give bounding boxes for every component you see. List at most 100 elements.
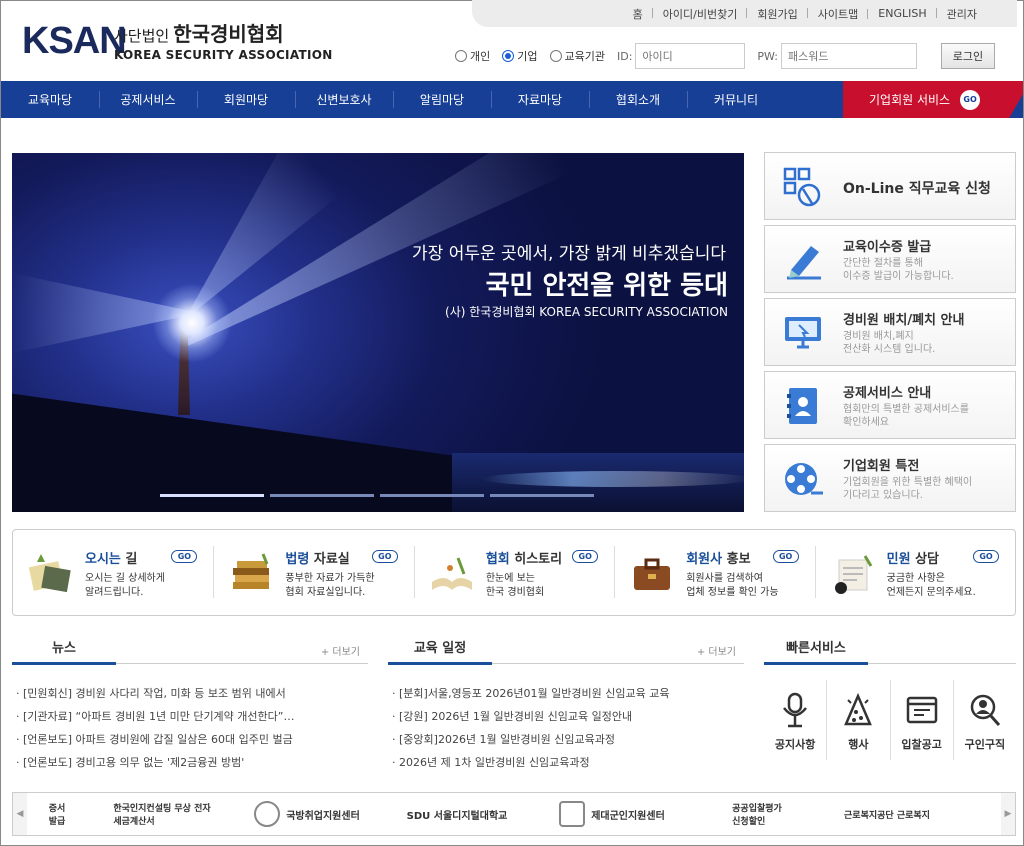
strip-member-promotion[interactable]: 회원사 홍보 GO 회원사를 검색하여 업체 정보를 확인 가능 bbox=[614, 530, 814, 615]
monitor-icon bbox=[785, 317, 821, 349]
quick-bids[interactable]: 입찰공고 bbox=[889, 680, 953, 760]
nav-notice[interactable]: 알림마당 bbox=[393, 81, 491, 118]
site-logo[interactable]: KSAN 사단법인 한국경비협회 KOREA SECURITY ASSOCIATI… bbox=[22, 14, 332, 70]
go-button[interactable]: GO bbox=[371, 550, 398, 563]
news-title[interactable]: 뉴스 bbox=[12, 637, 116, 665]
film-reel-icon bbox=[785, 463, 823, 495]
utility-bar: 홈 아이디/비번찾기 회원가입 사이트맵 ENGLISH 관리자 bbox=[472, 0, 1017, 27]
card-certificate[interactable]: 교육이수증 발급 간단한 절차를 통해 이수증 발급이 가능합니다. bbox=[764, 225, 1016, 293]
quick-title: 빠른서비스 bbox=[764, 637, 868, 665]
banner-labor-welfare[interactable]: 근로복지공단 근로복지 bbox=[827, 793, 947, 835]
microphone-icon bbox=[783, 692, 808, 728]
radio-corporate[interactable]: 기업 bbox=[502, 48, 538, 64]
emblem-icon bbox=[254, 801, 281, 827]
grid-pointer-icon bbox=[783, 167, 821, 207]
nav-education[interactable]: 교육마당 bbox=[1, 81, 99, 118]
list-item[interactable]: [분회]서울,영등포 2026년01월 일반경비원 신임교육 교육 bbox=[388, 682, 744, 705]
id-label: ID: bbox=[616, 49, 633, 63]
nav-community[interactable]: 커뮤니티 bbox=[687, 81, 785, 118]
go-icon: GO bbox=[960, 89, 981, 110]
flag-icon bbox=[559, 801, 586, 827]
banner-next-icon[interactable]: ▶ bbox=[1001, 793, 1015, 835]
books-icon bbox=[233, 553, 270, 589]
slide-dot[interactable] bbox=[490, 494, 594, 497]
radio-personal[interactable]: 개인 bbox=[455, 48, 490, 64]
id-input[interactable] bbox=[635, 43, 746, 69]
hero-line1: 가장 어두운 곳에서, 가장 밝게 비추겠습니다 bbox=[412, 244, 726, 264]
list-item[interactable]: [중앙회]2026년 1월 일반경비원 신임교육과정 bbox=[388, 728, 744, 751]
util-find-account[interactable]: 아이디/비번찾기 bbox=[651, 6, 748, 22]
list-item[interactable]: [언론보도] 아파트 경비원에 갑질 일삼은 60대 입주민 벌금 bbox=[12, 728, 368, 751]
strip-history[interactable]: 협회 히스토리 GO 한눈에 보는 한국 경비협회 bbox=[413, 530, 614, 615]
logo-name-en: KOREA SECURITY ASSOCIATION bbox=[114, 48, 333, 62]
slide-dot[interactable] bbox=[380, 494, 484, 497]
edu-more-link[interactable]: + 더보기 bbox=[697, 643, 736, 658]
login-form: 개인 기업 교육기관 ID: PW: 로그인 bbox=[455, 42, 995, 70]
util-signup[interactable]: 회원가입 bbox=[746, 6, 807, 22]
party-icon bbox=[844, 692, 873, 726]
news-more-link[interactable]: + 더보기 bbox=[321, 643, 360, 658]
notebook-icon bbox=[834, 555, 872, 594]
go-button[interactable]: GO bbox=[973, 550, 1000, 563]
banner-e-tax-invoice[interactable]: 한국인지컨설팅 무상 전자 세금계산서 bbox=[87, 793, 237, 835]
strip-law-archive[interactable]: 법령 자료실 GO 풍부한 자료가 가득한 협회 자료실입니다. bbox=[213, 530, 413, 615]
hero-line3: (사) 한국경비협회 KOREA SECURITY ASSOCIATION bbox=[445, 305, 728, 319]
list-item[interactable]: [기관자료] “아파트 경비원 1년 미만 단기계약 개선한다”… bbox=[12, 705, 368, 728]
nav-about[interactable]: 협회소개 bbox=[589, 81, 687, 118]
nav-members[interactable]: 회원마당 bbox=[197, 81, 295, 118]
util-english[interactable]: ENGLISH bbox=[867, 7, 936, 20]
nav-bodyguard[interactable]: 신변보호사 bbox=[295, 81, 393, 118]
strip-directions[interactable]: 오시는 길 GO 오시는 길 상세하게 알려드립니다. bbox=[13, 530, 213, 615]
slide-indicators bbox=[160, 494, 594, 497]
card-online-training[interactable]: On-Line 직무교육 신청 bbox=[764, 152, 1016, 220]
banner-veterans-center[interactable]: 제대군인지원센터 bbox=[537, 793, 687, 835]
quick-events[interactable]: 행사 bbox=[826, 680, 889, 760]
banner-sdu[interactable]: SDU 서울디지털대학교 bbox=[377, 793, 537, 835]
logo-name-kr: 사단법인 한국경비협회 bbox=[114, 22, 284, 46]
strip-consultation[interactable]: 민원 상담 GO 궁금한 사항은 언제든지 문의주세요. bbox=[814, 530, 1015, 615]
password-input[interactable] bbox=[780, 43, 917, 69]
hero-banner[interactable]: 가장 어두운 곳에서, 가장 밝게 비추겠습니다 국민 안전을 위한 등대 (사… bbox=[12, 153, 744, 512]
edu-schedule-box: 교육 일정 + 더보기 [분회]서울,영등포 2026년01월 일반경비원 신임… bbox=[388, 636, 744, 774]
quick-notice[interactable]: 공지사항 bbox=[764, 680, 826, 760]
open-book-icon bbox=[431, 557, 472, 590]
main-nav: 교육마당 공제서비스 회원마당 신변보호사 알림마당 자료마당 협회소개 커뮤니… bbox=[1, 81, 1023, 118]
list-item[interactable]: [강원] 2026년 1월 일반경비원 신임교육 일정안내 bbox=[388, 705, 744, 728]
card-corporate-benefits[interactable]: 기업회원 특전 기업회원을 위한 특별한 혜택이 기다리고 있습니다. bbox=[764, 444, 1016, 512]
card-guard-placement[interactable]: 경비원 배치/폐치 안내 경비원 배치,폐지 전산화 시스템 입니다. bbox=[764, 298, 1016, 366]
pw-label: PW: bbox=[757, 49, 778, 63]
util-sitemap[interactable]: 사이트맵 bbox=[806, 6, 868, 22]
nav-resources[interactable]: 자료마당 bbox=[491, 81, 589, 118]
util-admin[interactable]: 관리자 bbox=[935, 6, 987, 22]
search-person-icon bbox=[970, 694, 1000, 726]
banner-certificate[interactable]: 증서 발급 bbox=[27, 793, 87, 835]
pencil-icon bbox=[787, 246, 821, 280]
news-list: [민원회신] 경비원 사다리 작업, 미화 등 보조 범위 내에서 [기관자료]… bbox=[12, 682, 368, 774]
util-home[interactable]: 홈 bbox=[623, 6, 653, 22]
banner-public-bid[interactable]: 공공입찰평가 신청할인 bbox=[687, 793, 827, 835]
radio-institution[interactable]: 교육기관 bbox=[549, 48, 605, 64]
list-item[interactable]: [언론보도] 경비고용 의무 없는 '제2금융권 방범' bbox=[12, 751, 368, 774]
slide-dot[interactable] bbox=[270, 494, 374, 497]
nav-corporate-service[interactable]: 기업회원 서비스 GO bbox=[843, 81, 1023, 118]
edu-list: [분회]서울,영등포 2026년01월 일반경비원 신임교육 교육 [강원] 2… bbox=[388, 682, 744, 774]
partner-banner-strip: ◀ 증서 발급 한국인지컨설팅 무상 전자 세금계산서 국방취업지원센터 SDU… bbox=[12, 792, 1016, 836]
briefcase-icon bbox=[634, 558, 671, 590]
banner-defense-employment[interactable]: 국방취업지원센터 bbox=[237, 793, 377, 835]
list-item[interactable]: 2026년 제 1차 일반경비원 신임교육과정 bbox=[388, 751, 744, 774]
side-quick-links: On-Line 직무교육 신청 교육이수증 발급 간단한 절차를 통해 이수증 … bbox=[764, 152, 1016, 517]
card-mutual-aid[interactable]: 공제서비스 안내 협회만의 특별한 공제서비스를 확인하세요 bbox=[764, 371, 1016, 439]
quick-services: 빠른서비스 공지사항 행사 입찰공고 구인구직 bbox=[764, 636, 1016, 760]
contact-book-icon bbox=[787, 388, 817, 424]
go-button[interactable]: GO bbox=[572, 550, 599, 563]
go-button[interactable]: GO bbox=[171, 550, 198, 563]
nav-mutual-aid[interactable]: 공제서비스 bbox=[99, 81, 197, 118]
go-button[interactable]: GO bbox=[772, 550, 799, 563]
slide-dot[interactable] bbox=[160, 494, 264, 497]
quick-jobs[interactable]: 구인구직 bbox=[952, 680, 1016, 760]
banner-prev-icon[interactable]: ◀ bbox=[13, 793, 27, 835]
list-item[interactable]: [민원회신] 경비원 사다리 작업, 미화 등 보조 범위 내에서 bbox=[12, 682, 368, 705]
edu-title[interactable]: 교육 일정 bbox=[388, 637, 492, 665]
login-button[interactable]: 로그인 bbox=[940, 43, 995, 69]
map-photo-icon bbox=[28, 554, 71, 593]
